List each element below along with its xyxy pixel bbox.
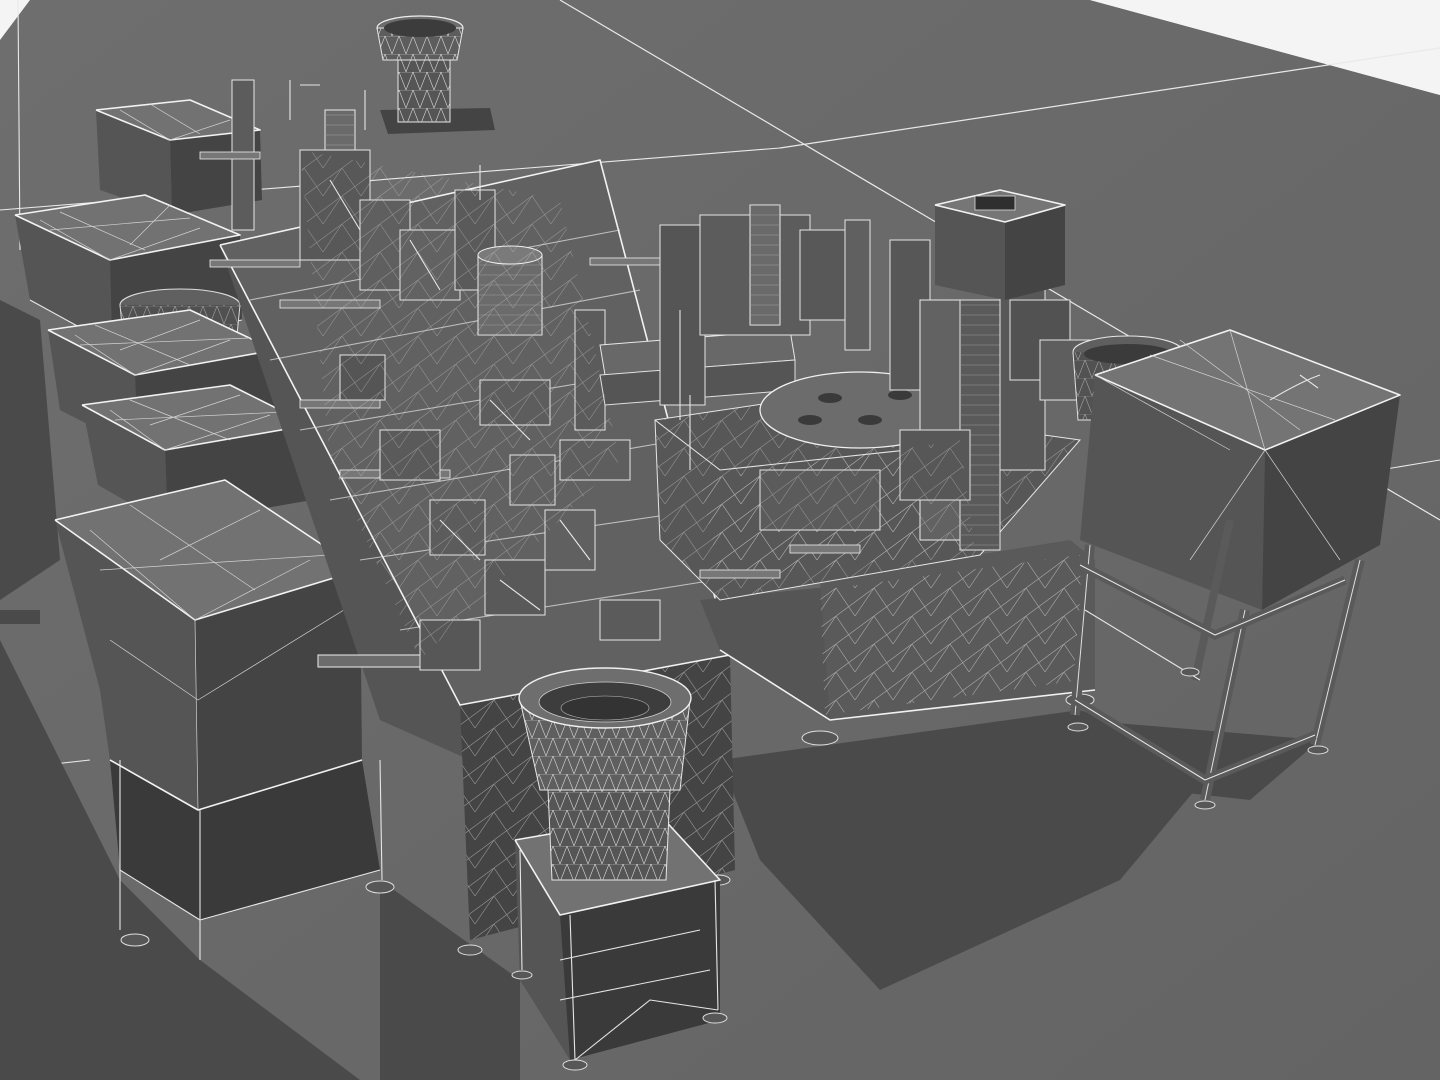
scene-render [0,0,1440,1080]
render-viewport [0,0,1440,1080]
